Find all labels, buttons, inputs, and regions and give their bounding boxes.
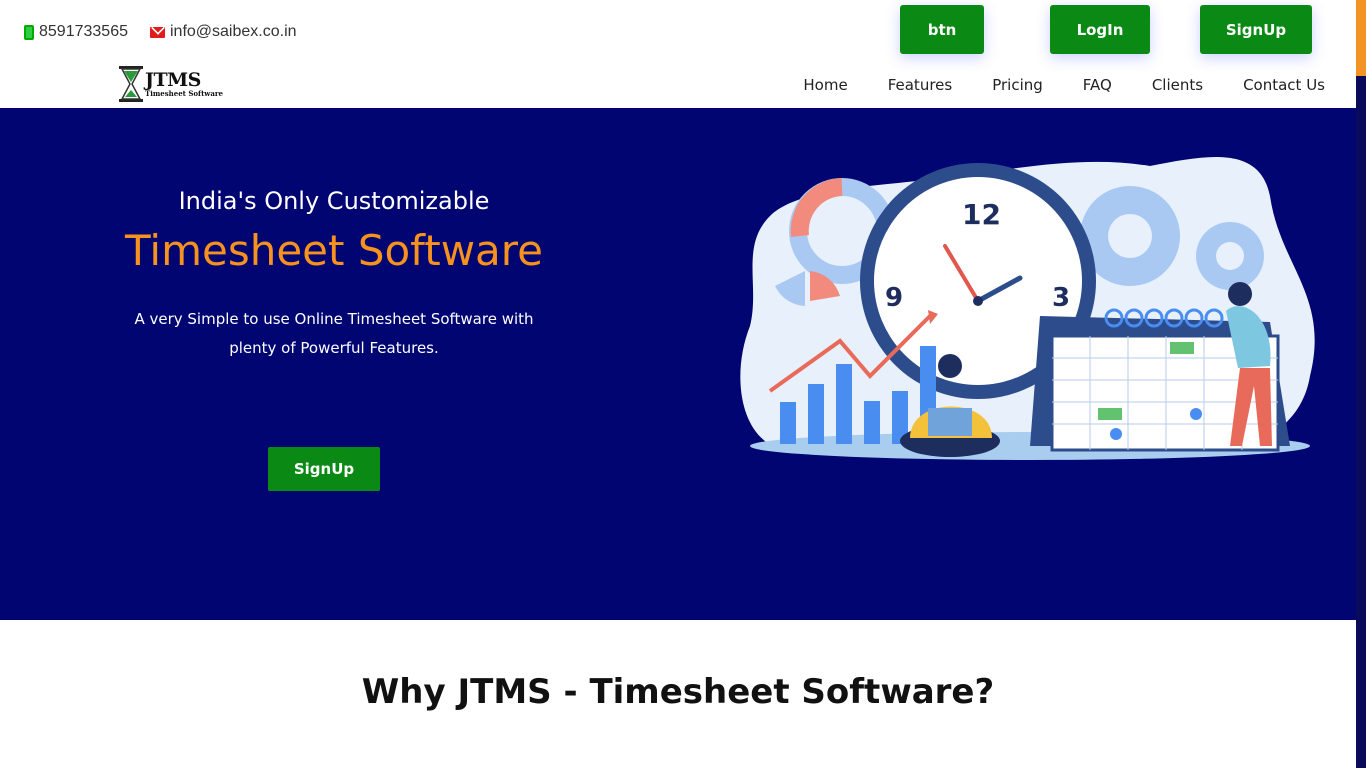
nav-contact-us[interactable]: Contact Us [1243, 76, 1325, 94]
hero-title: Timesheet Software [125, 226, 543, 275]
hourglass-logo-icon [119, 66, 143, 102]
hero-subtitle: India's Only Customizable [178, 187, 490, 215]
email-contact[interactable]: info@saibex.co.in [149, 23, 297, 41]
svg-text:9: 9 [885, 283, 903, 313]
logo-subtitle: Timesheet Software [145, 89, 224, 98]
phone-icon [24, 24, 34, 40]
email-address: info@saibex.co.in [169, 23, 297, 40]
nav-pricing[interactable]: Pricing [992, 76, 1043, 94]
section-title: Why JTMS - Timesheet Software? [361, 672, 995, 712]
site-logo[interactable]: JTMS Timesheet Software [119, 66, 223, 102]
nav-faq[interactable]: FAQ [1083, 76, 1112, 94]
svg-text:3: 3 [1052, 283, 1070, 313]
signup-button[interactable]: SignUp [1200, 5, 1312, 54]
nav-clients[interactable]: Clients [1152, 76, 1203, 94]
logo-title: JTMS [145, 69, 201, 91]
contact-info: 8591733565 info@saibex.co.in [24, 23, 319, 41]
top-header: 8591733565 info@saibex.co.in btn LogIn S… [0, 0, 1356, 108]
phone-contact[interactable]: 8591733565 [24, 23, 128, 41]
btn-button[interactable]: btn [900, 5, 984, 54]
scrollbar[interactable] [1356, 76, 1366, 768]
nav-home[interactable]: Home [803, 76, 847, 94]
main-nav: Home Features Pricing FAQ Clients Contac… [763, 76, 1325, 94]
hero-signup-button[interactable]: SignUp [268, 447, 380, 491]
login-button[interactable]: LogIn [1050, 5, 1150, 54]
hero-illustration: 12 9 3 [740, 156, 1315, 460]
svg-text:12: 12 [962, 198, 1001, 231]
nav-features[interactable]: Features [888, 76, 953, 94]
hero-section: India's Only Customizable Timesheet Soft… [0, 108, 1356, 620]
mail-icon [149, 26, 165, 38]
scroll-accent [1356, 0, 1366, 76]
hero-description: A very Simple to use Online Timesheet So… [134, 310, 534, 357]
phone-number: 8591733565 [39, 23, 128, 40]
